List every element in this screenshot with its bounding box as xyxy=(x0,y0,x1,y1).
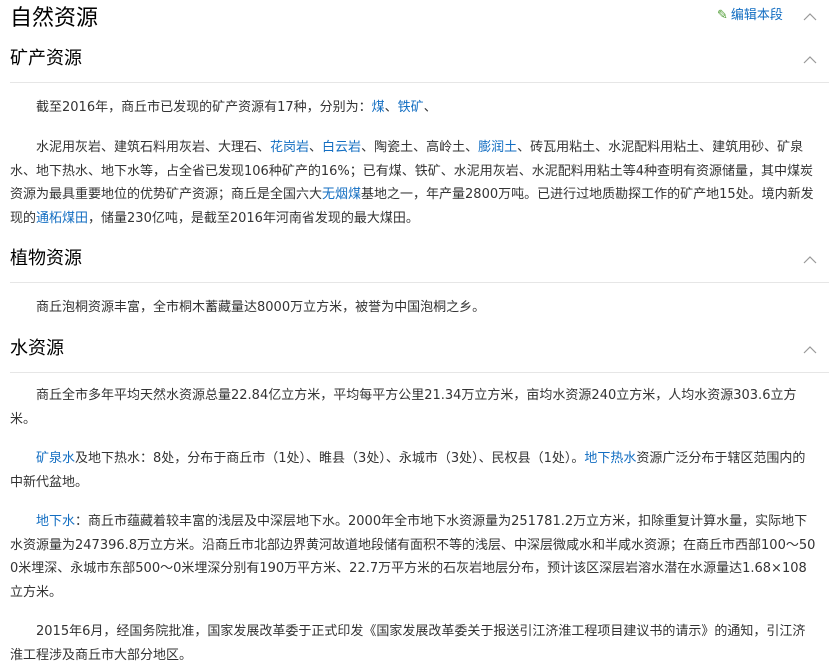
page-title: 自然资源 xyxy=(10,6,99,31)
water-paragraph-1: 商丘全市多年平均天然水资源总量22.84亿立方米，平均每平方公里21.34万立方… xyxy=(10,388,797,427)
water-paragraph-4: 2015年6月，经国务院批准，国家发展改革委于正式印发《国家发展改革委关于报送引… xyxy=(10,624,806,663)
link-groundwater[interactable]: 地下水 xyxy=(36,514,75,529)
collapse-minerals-icon[interactable] xyxy=(803,56,817,64)
water-paragraph-2: 矿泉水及地下热水：8处，分布于商丘市（1处）、睢县（3处）、永城市（3处）、民权… xyxy=(10,451,806,490)
link-mineral-water[interactable]: 矿泉水 xyxy=(36,451,75,466)
section-divider xyxy=(10,372,829,373)
link-dolomite[interactable]: 白云岩 xyxy=(322,140,361,155)
plants-paragraph-1: 商丘泡桐资源丰富，全市桐木蓄藏量达8000万立方米，被誉为中国泡桐之乡。 xyxy=(36,300,486,315)
minerals-paragraph-2: 水泥用灰岩、建筑石料用灰岩、大理石、花岗岩、白云岩、陶瓷土、高岭土、膨润土、砖瓦… xyxy=(10,140,814,226)
section-title-plants: 植物资源 xyxy=(10,248,82,269)
pencil-icon: ✎ xyxy=(717,8,728,23)
section-divider xyxy=(10,82,829,83)
link-coal[interactable]: 煤 xyxy=(372,100,385,115)
link-anthracite[interactable]: 无烟煤 xyxy=(322,187,361,202)
link-granite[interactable]: 花岗岩 xyxy=(270,140,309,155)
section-title-minerals: 矿产资源 xyxy=(10,48,82,69)
water-paragraph-3: 地下水：商丘市蕴藏着较丰富的浅层及中深层地下水。2000年全市地下水资源量为25… xyxy=(10,514,816,600)
section-title-water: 水资源 xyxy=(10,338,64,359)
collapse-water-icon[interactable] xyxy=(803,346,817,354)
link-iron-ore[interactable]: 铁矿 xyxy=(398,100,424,115)
edit-section-link[interactable]: ✎ 编辑本段 xyxy=(717,7,783,25)
minerals-paragraph-1: 截至2016年，商丘市已发现的矿产资源有17种，分别为：煤、铁矿、 xyxy=(36,100,437,115)
link-bentonite[interactable]: 膨润土 xyxy=(478,140,517,155)
link-geothermal-water[interactable]: 地下热水 xyxy=(584,451,636,466)
collapse-plants-icon[interactable] xyxy=(803,256,817,264)
edit-section-label: 编辑本段 xyxy=(730,8,783,23)
link-tongzhe-coalfield[interactable]: 通柘煤田 xyxy=(36,211,88,226)
collapse-toggle-icon[interactable] xyxy=(803,13,817,21)
section-divider xyxy=(10,282,829,283)
